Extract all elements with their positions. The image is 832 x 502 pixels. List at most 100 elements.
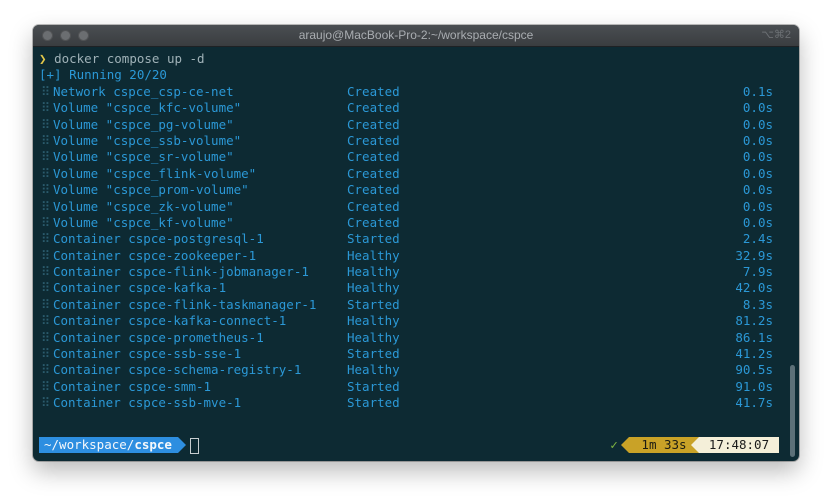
resource-name: Container cspce-kafka-connect-1 (53, 313, 287, 329)
resource-status: Healthy (347, 280, 400, 296)
clock-arrow (691, 437, 699, 453)
resource-name: Container cspce-postgresql-1 (53, 231, 264, 247)
result-row: ⠿ Container cspce-flink-jobmanager-1 Healt… (39, 264, 787, 280)
resource-name: Volume "cspce_zk-volume" (53, 198, 234, 214)
resource-status: Created (347, 149, 400, 165)
result-row: ⠿ Container cspce-postgresql-1 Started 2.4s (39, 231, 787, 247)
dir-current: cspce (134, 437, 172, 452)
running-status: [+] Running 20/20 (39, 67, 167, 83)
resource-status: Started (347, 378, 400, 394)
resource-name: Container cspce-ssb-sse-1 (53, 346, 242, 362)
resource-name: Container cspce-smm-1 (53, 378, 212, 394)
resource-time: 90.5s (735, 362, 773, 378)
resource-time: 0.0s (742, 165, 773, 181)
resource-time: 2.4s (742, 231, 773, 247)
result-row: ⠿ Container cspce-kafka-1 Healthy 42.0s (39, 280, 787, 296)
resource-status: Created (347, 182, 400, 198)
resource-time: 0.0s (742, 198, 773, 214)
tab-shortcut: ⌥⌘2 (761, 29, 791, 41)
resource-time: 41.7s (735, 395, 773, 411)
dir-prefix: ~/workspace/ (44, 437, 135, 452)
prompt-symbol: ❯ (39, 51, 47, 66)
resource-status: Started (347, 346, 400, 362)
resource-time: 81.2s (735, 313, 773, 329)
result-row: ⠿ Volume "cspce_kfc-volume" Created 0.0s (39, 100, 787, 116)
resource-name: Container cspce-flink-jobmanager-1 (53, 264, 309, 280)
resource-name: Container cspce-schema-registry-1 (53, 362, 302, 378)
terminal-window: araujo@MacBook-Pro-2:~/workspace/cspce ⌥… (33, 25, 799, 461)
resource-name: Container cspce-zookeeper-1 (53, 247, 257, 263)
result-row: ⠿ Container cspce-prometheus-1 Healthy 86.1… (39, 330, 787, 346)
window-title: araujo@MacBook-Pro-2:~/workspace/cspce (298, 28, 534, 42)
result-row: ⠿ Container cspce-zookeeper-1 Healthy 32.9s (39, 248, 787, 264)
shell-prompt: ~/workspace/cspce ✓ 1m 33s 17:48:07 (39, 437, 779, 454)
result-row: ⠿ Network cspce_csp-ce-net Created 0.1s (39, 84, 787, 100)
resource-status: Created (347, 116, 400, 132)
resource-time: 0.0s (742, 149, 773, 165)
resource-time: 8.3s (742, 296, 773, 312)
resource-status: Created (347, 83, 400, 99)
resource-name: Container cspce-kafka-1 (53, 280, 227, 296)
result-row: ⠿ Volume "cspce_pg-volume" Created 0.0s (39, 117, 787, 133)
command-line: ❯ docker compose up -d (39, 51, 787, 67)
resource-status: Started (347, 395, 400, 411)
resource-name: Network cspce_csp-ce-net (53, 83, 234, 99)
resource-time: 7.9s (742, 264, 773, 280)
resource-status: Healthy (347, 264, 400, 280)
result-row: ⠿ Container cspce-ssb-mve-1 Started 41.7s (39, 395, 787, 411)
resource-name: Volume "cspce_kfc-volume" (53, 100, 242, 116)
resource-name: Volume "cspce_pg-volume" (53, 116, 234, 132)
resource-time: 32.9s (735, 247, 773, 263)
resource-time: 91.0s (735, 378, 773, 394)
resource-time: 0.0s (742, 182, 773, 198)
result-row: ⠿ Container cspce-schema-registry-1 Health… (39, 362, 787, 378)
resource-name: Container cspce-flink-taskmanager-1 (53, 296, 317, 312)
resource-status: Created (347, 165, 400, 181)
resource-status: Created (347, 214, 400, 230)
resource-time: 42.0s (735, 280, 773, 296)
clock-segment: 17:48:07 (699, 437, 779, 453)
resource-time: 0.0s (742, 100, 773, 116)
resource-name: Container cspce-prometheus-1 (53, 329, 264, 345)
title-bar[interactable]: araujo@MacBook-Pro-2:~/workspace/cspce ⌥… (33, 25, 799, 47)
duration-arrow (621, 437, 629, 453)
result-row: ⠿ Container cspce-flink-taskmanager-1 Star… (39, 297, 787, 313)
resource-status: Started (347, 231, 400, 247)
directory-arrow (178, 437, 186, 453)
resource-status: Healthy (347, 362, 400, 378)
result-row: ⠿ Container cspce-ssb-sse-1 Started 41.2s (39, 346, 787, 362)
scrollbar-thumb[interactable] (790, 365, 795, 457)
resource-name: Volume "cspce_kf-volume" (53, 214, 234, 230)
resource-time: 41.2s (735, 346, 773, 362)
status-segments: ✓ 1m 33s 17:48:07 (579, 437, 779, 453)
resource-name: Volume "cspce_prom-volume" (53, 182, 249, 198)
resource-name: Volume "cspce_sr-volume" (53, 149, 234, 165)
resource-time: 0.0s (742, 116, 773, 132)
result-row: ⠿ Volume "cspce_flink-volume" Created 0.0s (39, 166, 787, 182)
directory-segment: ~/workspace/cspce (39, 437, 178, 453)
resource-status: Started (347, 296, 400, 312)
text-cursor[interactable] (190, 438, 199, 454)
result-row: ⠿ Container cspce-smm-1 Started 91.0s (39, 379, 787, 395)
resource-name: Volume "cspce_flink-volume" (53, 165, 257, 181)
resource-name: Volume "cspce_ssb-volume" (53, 132, 242, 148)
resource-status: Created (347, 100, 400, 116)
result-row: ⠿ Volume "cspce_sr-volume" Created 0.0s (39, 149, 787, 165)
resource-status: Created (347, 198, 400, 214)
compose-results: ⠿ Network cspce_csp-ce-net Created 0.1s ⠿ Vol… (39, 84, 787, 412)
resource-status: Created (347, 132, 400, 148)
resource-name: Container cspce-ssb-mve-1 (53, 395, 242, 411)
duration-segment: 1m 33s (629, 437, 699, 453)
resource-status: Healthy (347, 247, 400, 263)
resource-status: Healthy (347, 329, 400, 345)
result-row: ⠿ Volume "cspce_kf-volume" Created 0.0s (39, 215, 787, 231)
result-row: ⠿ Volume "cspce_zk-volume" Created 0.0s (39, 199, 787, 215)
result-row: ⠿ Container cspce-kafka-connect-1 Healthy 8… (39, 313, 787, 329)
result-row: ⠿ Volume "cspce_ssb-volume" Created 0.0s (39, 133, 787, 149)
terminal-output[interactable]: ❯ docker compose up -d [+] Running 20/20… (39, 51, 787, 454)
resource-time: 0.0s (742, 214, 773, 230)
resource-time: 86.1s (735, 329, 773, 345)
resource-time: 0.0s (742, 132, 773, 148)
resource-status: Healthy (347, 313, 400, 329)
command-text: docker compose up -d (54, 51, 205, 66)
